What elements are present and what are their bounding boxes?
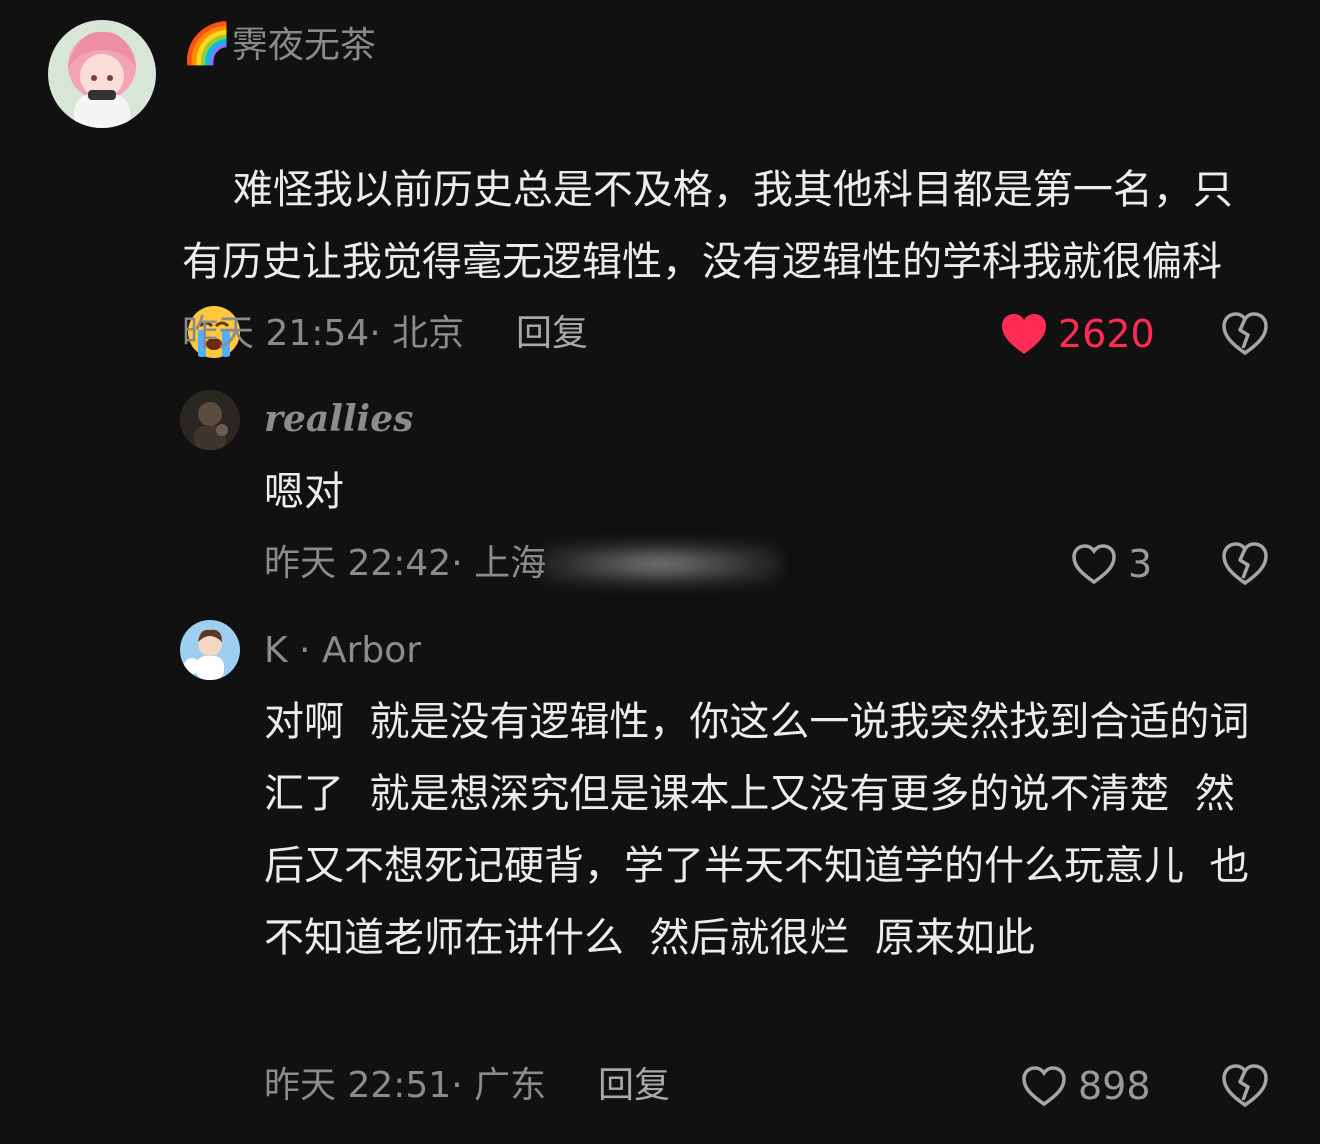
location: 北京 xyxy=(392,313,465,354)
username[interactable]: 🌈霁夜无茶 xyxy=(182,20,376,70)
heart-filled-icon xyxy=(1002,314,1046,354)
avatar[interactable] xyxy=(180,620,240,680)
like-count: 2620 xyxy=(1058,312,1155,356)
dislike-broken-heart-icon[interactable] xyxy=(1220,1060,1270,1110)
avatar[interactable] xyxy=(180,390,240,450)
redaction-blur xyxy=(540,542,780,586)
like-button[interactable]: 2620 xyxy=(1000,306,1155,362)
avatar[interactable] xyxy=(48,20,156,128)
reply-button[interactable]: 回复 xyxy=(598,1062,670,1110)
dislike-broken-heart-icon[interactable] xyxy=(1220,308,1270,358)
meta-separator: · xyxy=(451,1065,475,1106)
meta-separator: · xyxy=(451,543,475,584)
like-button[interactable]: 898 xyxy=(1020,1058,1151,1114)
comment-text: 嗯对 xyxy=(264,469,344,515)
like-count: 3 xyxy=(1128,542,1153,586)
timestamp: 昨天 22:51 xyxy=(264,1065,452,1106)
username[interactable]: K · Arbor xyxy=(264,626,421,676)
comment-text: 对啊 就是没有逻辑性，你这么一说我突然找到合适的词汇了 就是想深究但是课本上又没… xyxy=(264,699,1250,961)
comment-meta: 昨天 21:54· 北京 xyxy=(182,310,464,358)
comment-text-body: 难怪我以前历史总是不及格，我其他科目都是第一名，只有历史让我觉得毫无逻辑性，没有… xyxy=(182,167,1233,285)
rainbow-icon: 🌈 xyxy=(182,21,232,67)
avatar-illustration-icon xyxy=(180,620,240,680)
meta-separator: · xyxy=(369,313,393,354)
heart-outline-icon xyxy=(1022,1066,1066,1107)
comment-item: 🌈霁夜无茶 难怪我以前历史总是不及格，我其他科目都是第一名，只有历史让我觉得毫无… xyxy=(0,0,1320,370)
timestamp: 昨天 21:54 xyxy=(182,313,370,354)
timestamp: 昨天 22:42 xyxy=(264,543,452,584)
location: 广东 xyxy=(474,1065,547,1106)
heart-outline-icon xyxy=(1072,544,1116,585)
username[interactable]: reallies xyxy=(264,394,413,444)
reply-button[interactable]: 回复 xyxy=(516,310,588,358)
comment-reply-item: reallies 嗯对 昨天 22:42· 上海 3 xyxy=(0,370,1320,610)
dislike-broken-heart-icon[interactable] xyxy=(1220,538,1270,588)
avatar-illustration-icon xyxy=(48,20,156,128)
username-text: 霁夜无茶 xyxy=(231,25,376,66)
avatar-photo-icon xyxy=(180,390,240,450)
location: 上海 xyxy=(474,543,547,584)
comment-meta: 昨天 22:51· 广东 xyxy=(264,1062,546,1110)
like-button[interactable]: 3 xyxy=(1070,536,1152,592)
comment-meta: 昨天 22:42· 上海 xyxy=(264,540,546,588)
like-count: 898 xyxy=(1078,1064,1151,1108)
comment-reply-item: K · Arbor 对啊 就是没有逻辑性，你这么一说我突然找到合适的词汇了 就是… xyxy=(0,610,1320,1144)
